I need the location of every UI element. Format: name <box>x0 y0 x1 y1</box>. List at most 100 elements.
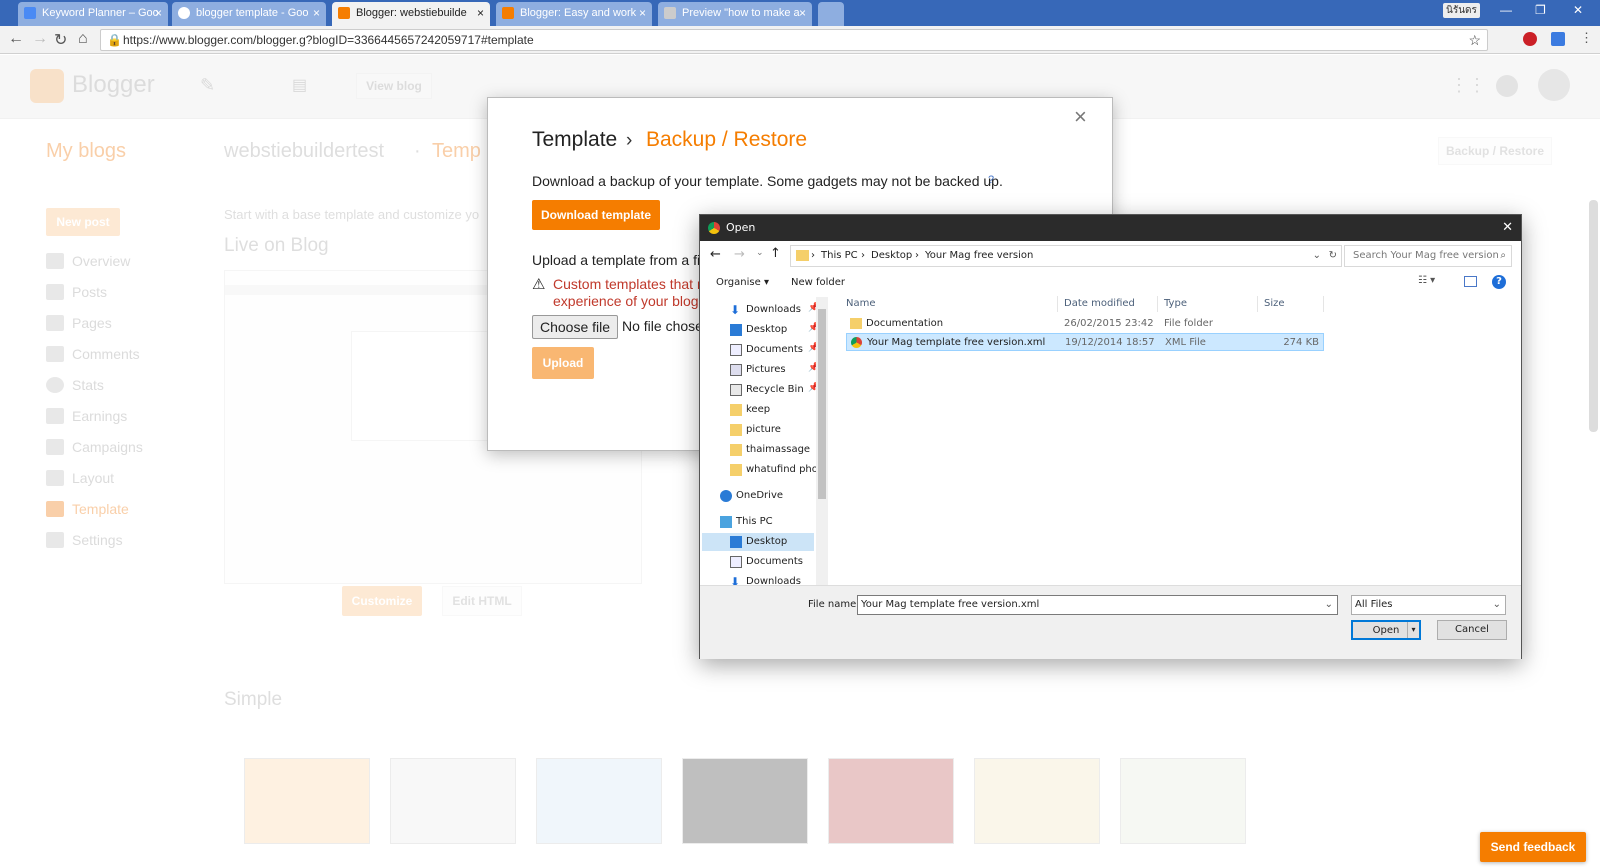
browser-tab-active[interactable]: Blogger: webstiebuilde × <box>332 2 490 26</box>
forward-arrow-icon[interactable]: → <box>32 30 48 48</box>
close-tab-icon[interactable]: × <box>313 2 320 24</box>
refresh-icon[interactable]: ↻ <box>1329 246 1337 266</box>
nav-item-keep[interactable]: keep <box>730 401 820 419</box>
upload-button[interactable]: Upload <box>532 347 594 379</box>
nav-item-documents[interactable]: Documents <box>730 341 820 359</box>
choose-file-button[interactable]: Choose file <box>532 315 618 339</box>
file-name: Your Mag template free version.xml <box>867 337 1046 348</box>
profile-name[interactable]: นิรันดร <box>1443 3 1480 18</box>
nav-item-pictures[interactable]: Pictures <box>730 361 820 379</box>
close-tab-icon[interactable]: × <box>799 2 806 24</box>
nav-item-label: Desktop <box>746 536 788 547</box>
folder-icon <box>730 444 742 456</box>
file-row-selected[interactable]: Your Mag template free version.xml 19/12… <box>846 333 1324 351</box>
close-window-icon[interactable]: ✕ <box>1573 3 1583 17</box>
nav-item-whatufind[interactable]: whatufind photo <box>730 461 820 479</box>
preview-pane-icon[interactable] <box>1464 276 1477 287</box>
page-scrollbar[interactable] <box>1589 200 1598 432</box>
breadcrumb[interactable]: › This PC › Desktop › Your Mag free vers… <box>790 245 1342 267</box>
chevron-down-icon[interactable]: ⌄ <box>1493 596 1501 614</box>
nav-scrollbar[interactable] <box>816 297 828 587</box>
browser-tab[interactable]: Keyword Planner – Goo × <box>18 2 168 26</box>
pinterest-icon[interactable] <box>1523 32 1537 46</box>
browser-tab[interactable]: blogger template - Goo × <box>172 2 326 26</box>
tab-label: Blogger: Easy and work <box>520 7 637 19</box>
up-arrow-icon[interactable]: ↑ <box>770 246 781 261</box>
reload-icon[interactable]: ↻ <box>54 30 67 50</box>
blogger-icon <box>502 7 514 19</box>
column-header-date[interactable]: Date modified <box>1058 296 1158 312</box>
file-row[interactable]: Documentation 26/02/2015 23:42 File fold… <box>846 315 1324 333</box>
browser-tab[interactable]: Blogger: Easy and work × <box>496 2 652 26</box>
nav-item-label: Downloads <box>746 304 801 315</box>
open-button[interactable]: Open ▾ <box>1351 620 1421 640</box>
file-name-input[interactable]: Your Mag template free version.xml ⌄ <box>857 595 1338 615</box>
breadcrumb-this-pc[interactable]: This PC <box>821 246 858 266</box>
column-header-type[interactable]: Type <box>1158 296 1258 312</box>
close-icon[interactable]: ✕ <box>1502 215 1513 241</box>
close-tab-icon[interactable]: × <box>477 2 484 24</box>
back-arrow-icon[interactable]: ← <box>710 247 721 262</box>
search-icon: ⌕ <box>1500 250 1506 261</box>
help-icon[interactable]: ? <box>988 174 994 186</box>
recent-locations-icon[interactable]: ⌄ <box>756 248 764 258</box>
nav-item-thaimassage[interactable]: thaimassage <box>730 441 820 459</box>
dialog-command-bar: Organise ▾ New folder ☷ ▾ ? <box>700 271 1521 297</box>
cancel-button[interactable]: Cancel <box>1437 620 1507 640</box>
blogger-icon <box>338 7 350 19</box>
menu-icon[interactable]: ⋮ <box>1580 30 1593 46</box>
dialog-title: Open <box>726 221 756 234</box>
recycle-bin-icon <box>730 384 742 396</box>
close-tab-icon[interactable]: × <box>155 2 162 24</box>
nav-item-picture[interactable]: picture <box>730 421 820 439</box>
close-tab-icon[interactable]: × <box>639 2 646 24</box>
nav-item-label: picture <box>746 424 781 435</box>
file-type-select[interactable]: All Files ⌄ <box>1351 595 1506 615</box>
split-dropdown-icon[interactable]: ▾ <box>1407 622 1419 638</box>
nav-item-this-pc[interactable]: This PC <box>720 513 810 531</box>
maximize-icon[interactable]: ❐ <box>1535 3 1546 17</box>
column-header-name[interactable]: Name <box>840 296 1058 312</box>
new-tab-button[interactable] <box>818 2 844 26</box>
back-arrow-icon[interactable]: ← <box>8 30 24 48</box>
column-header-size[interactable]: Size <box>1258 296 1324 312</box>
lock-icon: 🔒 <box>107 33 122 47</box>
bookmark-star-icon[interactable]: ☆ <box>1468 30 1481 50</box>
download-template-button[interactable]: Download template <box>532 200 660 230</box>
browser-toolbar: ← → ↻ ⌂ 🔒 https://www.blogger.com/blogge… <box>0 26 1600 54</box>
extension-icon[interactable] <box>1551 32 1565 46</box>
nav-item-desktop[interactable]: Desktop <box>730 321 820 339</box>
folder-icon <box>730 404 742 416</box>
chevron-down-icon[interactable]: ⌄ <box>1313 246 1321 266</box>
breadcrumb-desktop[interactable]: Desktop <box>871 246 912 266</box>
address-bar[interactable]: 🔒 https://www.blogger.com/blogger.g?blog… <box>100 29 1488 51</box>
nav-scrollbar-thumb[interactable] <box>818 309 826 499</box>
close-icon[interactable]: × <box>1074 104 1087 130</box>
nav-item-pc-desktop[interactable]: Desktop <box>730 533 820 551</box>
view-options-icon[interactable]: ☷ ▾ <box>1418 275 1435 286</box>
forward-arrow-icon[interactable]: → <box>734 247 745 262</box>
search-input[interactable]: Search Your Mag free version ⌕ <box>1344 245 1512 267</box>
home-icon[interactable]: ⌂ <box>78 30 88 48</box>
search-placeholder: Search Your Mag free version <box>1353 250 1499 261</box>
nav-item-pc-documents[interactable]: Documents <box>730 553 820 571</box>
nav-item-downloads[interactable]: ⬇ Downloads <box>730 301 820 319</box>
chevron-down-icon[interactable]: ⌄ <box>1325 596 1333 614</box>
nav-item-onedrive[interactable]: OneDrive <box>720 487 810 505</box>
download-arrow-icon: ⬇ <box>730 303 741 317</box>
tab-label: Blogger: webstiebuilde <box>356 7 467 19</box>
file-type: File folder <box>1164 318 1213 329</box>
new-folder-button[interactable]: New folder <box>791 277 845 288</box>
page-icon <box>664 7 676 19</box>
nav-item-label: OneDrive <box>736 490 784 501</box>
organise-button[interactable]: Organise ▾ <box>716 277 769 288</box>
file-date: 19/12/2014 18:57 <box>1065 337 1155 348</box>
send-feedback-button[interactable]: Send feedback <box>1480 832 1586 862</box>
browser-tab[interactable]: Preview "how to make a × <box>658 2 812 26</box>
minimize-icon[interactable]: — <box>1500 3 1512 17</box>
breadcrumb-folder[interactable]: Your Mag free version <box>925 246 1033 266</box>
modal-title: Template <box>532 128 618 151</box>
nav-item-recycle-bin[interactable]: Recycle Bin <box>730 381 820 399</box>
file-size: 274 KB <box>1283 337 1319 348</box>
help-icon[interactable]: ? <box>1492 275 1506 289</box>
